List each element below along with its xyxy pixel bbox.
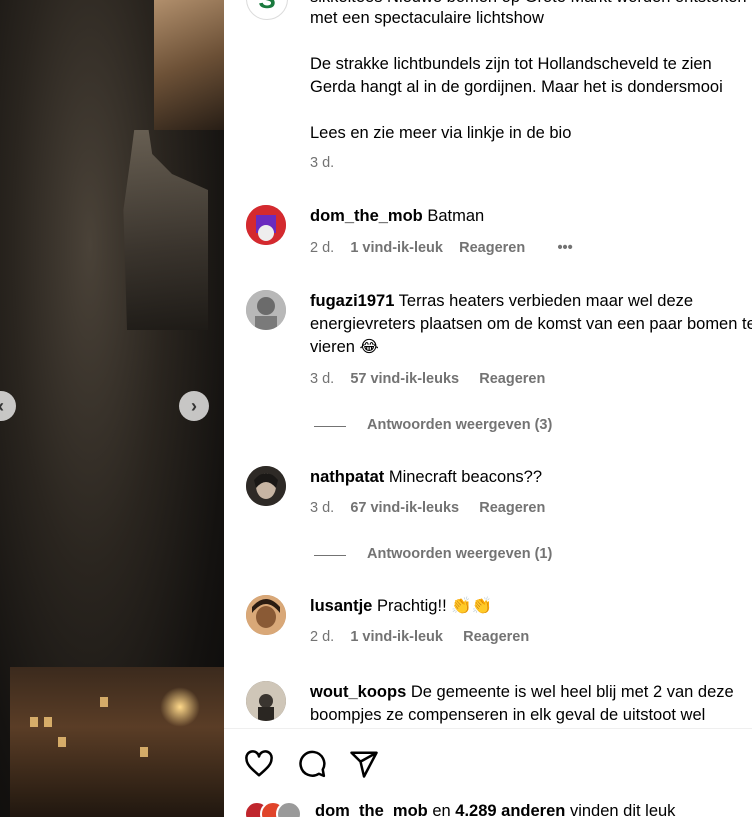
- caption-time: 3 d.: [310, 155, 335, 171]
- comment-meta: 2 d. 1 vind-ik-leuk Reageren: [310, 629, 529, 645]
- likes-count[interactable]: 1 vind-ik-leuk: [350, 629, 443, 645]
- comment-text: nathpatat Minecraft beacons??: [310, 466, 542, 489]
- comment-body-line: vieren 😂: [310, 338, 379, 356]
- avatar-image: [246, 681, 286, 721]
- avatar[interactable]: [246, 595, 286, 635]
- comment-text: dom_the_mob Batman: [310, 205, 484, 228]
- avatar-image: [246, 290, 286, 330]
- comment-icon[interactable]: [297, 749, 327, 779]
- reply-button[interactable]: Reageren: [479, 500, 545, 516]
- photo-light-glow: [160, 687, 200, 727]
- avatar-image: [246, 205, 286, 245]
- comment-body: Batman: [427, 207, 485, 225]
- reply-button[interactable]: Reageren: [463, 629, 529, 645]
- avatar[interactable]: [246, 466, 286, 506]
- post-actions-bar: dom_the_mob en 4.289 anderen vinden dit …: [224, 728, 752, 817]
- comment-body-line: energievreters plaatsen om de komst van …: [310, 315, 752, 333]
- photo-window: [58, 737, 66, 747]
- liker-avatars[interactable]: [244, 801, 314, 817]
- caption-line: Lees en zie meer via linkje in de bio: [310, 124, 572, 142]
- comment-username[interactable]: nathpatat: [310, 468, 384, 486]
- photo-window: [140, 747, 148, 757]
- heart-icon[interactable]: [244, 749, 274, 779]
- comment-username[interactable]: dom_the_mob: [310, 207, 423, 225]
- avatar[interactable]: [246, 290, 286, 330]
- comment-body-line: boompjes ze compenseren in elk geval de …: [310, 706, 706, 724]
- avatar[interactable]: [246, 205, 286, 245]
- comment-time: 3 d.: [310, 371, 335, 387]
- avatar-image: [246, 595, 286, 635]
- view-replies-button[interactable]: Antwoorden weergeven (3): [367, 417, 552, 433]
- caption-line: Gerda hangt al in de gordijnen. Maar het…: [310, 78, 723, 96]
- reply-button[interactable]: Reageren: [479, 371, 545, 387]
- likes-count[interactable]: 67 vind-ik-leuks: [350, 500, 459, 516]
- share-icon[interactable]: [349, 749, 379, 779]
- comment-username[interactable]: lusantje: [310, 597, 372, 615]
- comment-meta: 2 d. 1 vind-ik-leuk Reageren •••: [310, 240, 573, 256]
- comments-panel: S sikkeltees Nieuwe bomen op Grote Markt…: [224, 0, 752, 817]
- comment-time: 3 d.: [310, 500, 335, 516]
- likes-summary: dom_the_mob en 4.289 anderen vinden dit …: [315, 802, 675, 817]
- avatar[interactable]: [246, 681, 286, 721]
- photo-window: [30, 717, 38, 727]
- likes-count-link[interactable]: 4.289 anderen: [455, 802, 565, 817]
- comment-text: lusantje Prachtig!! 👏👏: [310, 595, 492, 618]
- avatar: [276, 801, 302, 817]
- comment-body: Minecraft beacons??: [388, 468, 543, 486]
- divider: [314, 555, 346, 556]
- liker-username[interactable]: dom_the_mob: [315, 802, 428, 817]
- comment-time: 2 d.: [310, 629, 335, 645]
- caption-line: De strakke lichtbundels zijn tot Holland…: [310, 55, 712, 73]
- avatar[interactable]: S: [246, 0, 288, 20]
- avatar-image: [246, 466, 286, 506]
- comment-meta: 3 d. 67 vind-ik-leuks Reageren: [310, 500, 545, 516]
- reply-button[interactable]: Reageren: [459, 240, 525, 256]
- photo-church-tower: [123, 130, 208, 330]
- photo-window: [44, 717, 52, 727]
- comment-username[interactable]: fugazi1971: [310, 292, 394, 310]
- more-options-icon[interactable]: •••: [557, 240, 572, 256]
- comment-meta: 3 d. 57 vind-ik-leuks Reageren: [310, 371, 545, 387]
- comment-body: Prachtig!! 👏👏: [376, 597, 493, 615]
- likes-count[interactable]: 1 vind-ik-leuk: [350, 240, 443, 256]
- comment-text: wout_koops De gemeente is wel heel blij …: [310, 681, 734, 704]
- comment-username[interactable]: wout_koops: [310, 683, 406, 701]
- post-photo: ‹ ›: [0, 0, 224, 817]
- caption-line: met een spectaculaire lichtshow: [310, 9, 544, 27]
- comment-time: 2 d.: [310, 240, 335, 256]
- view-replies-button[interactable]: Antwoorden weergeven (1): [367, 546, 552, 562]
- photo-window: [100, 697, 108, 707]
- chevron-right-icon[interactable]: ›: [179, 391, 209, 421]
- comment-body: Terras heaters verbieden maar wel deze: [398, 292, 694, 310]
- chevron-left-icon[interactable]: ‹: [0, 391, 16, 421]
- comment-body: De gemeente is wel heel blij met 2 van d…: [410, 683, 734, 701]
- likes-count[interactable]: 57 vind-ik-leuks: [350, 371, 459, 387]
- likes-summary-tail: vinden dit leuk: [565, 802, 676, 817]
- photo-building-bottom: [10, 667, 224, 817]
- likes-summary-mid: en: [427, 802, 456, 817]
- photo-building-top: [154, 0, 224, 130]
- divider: [314, 426, 346, 427]
- comment-text: fugazi1971 Terras heaters verbieden maar…: [310, 290, 693, 313]
